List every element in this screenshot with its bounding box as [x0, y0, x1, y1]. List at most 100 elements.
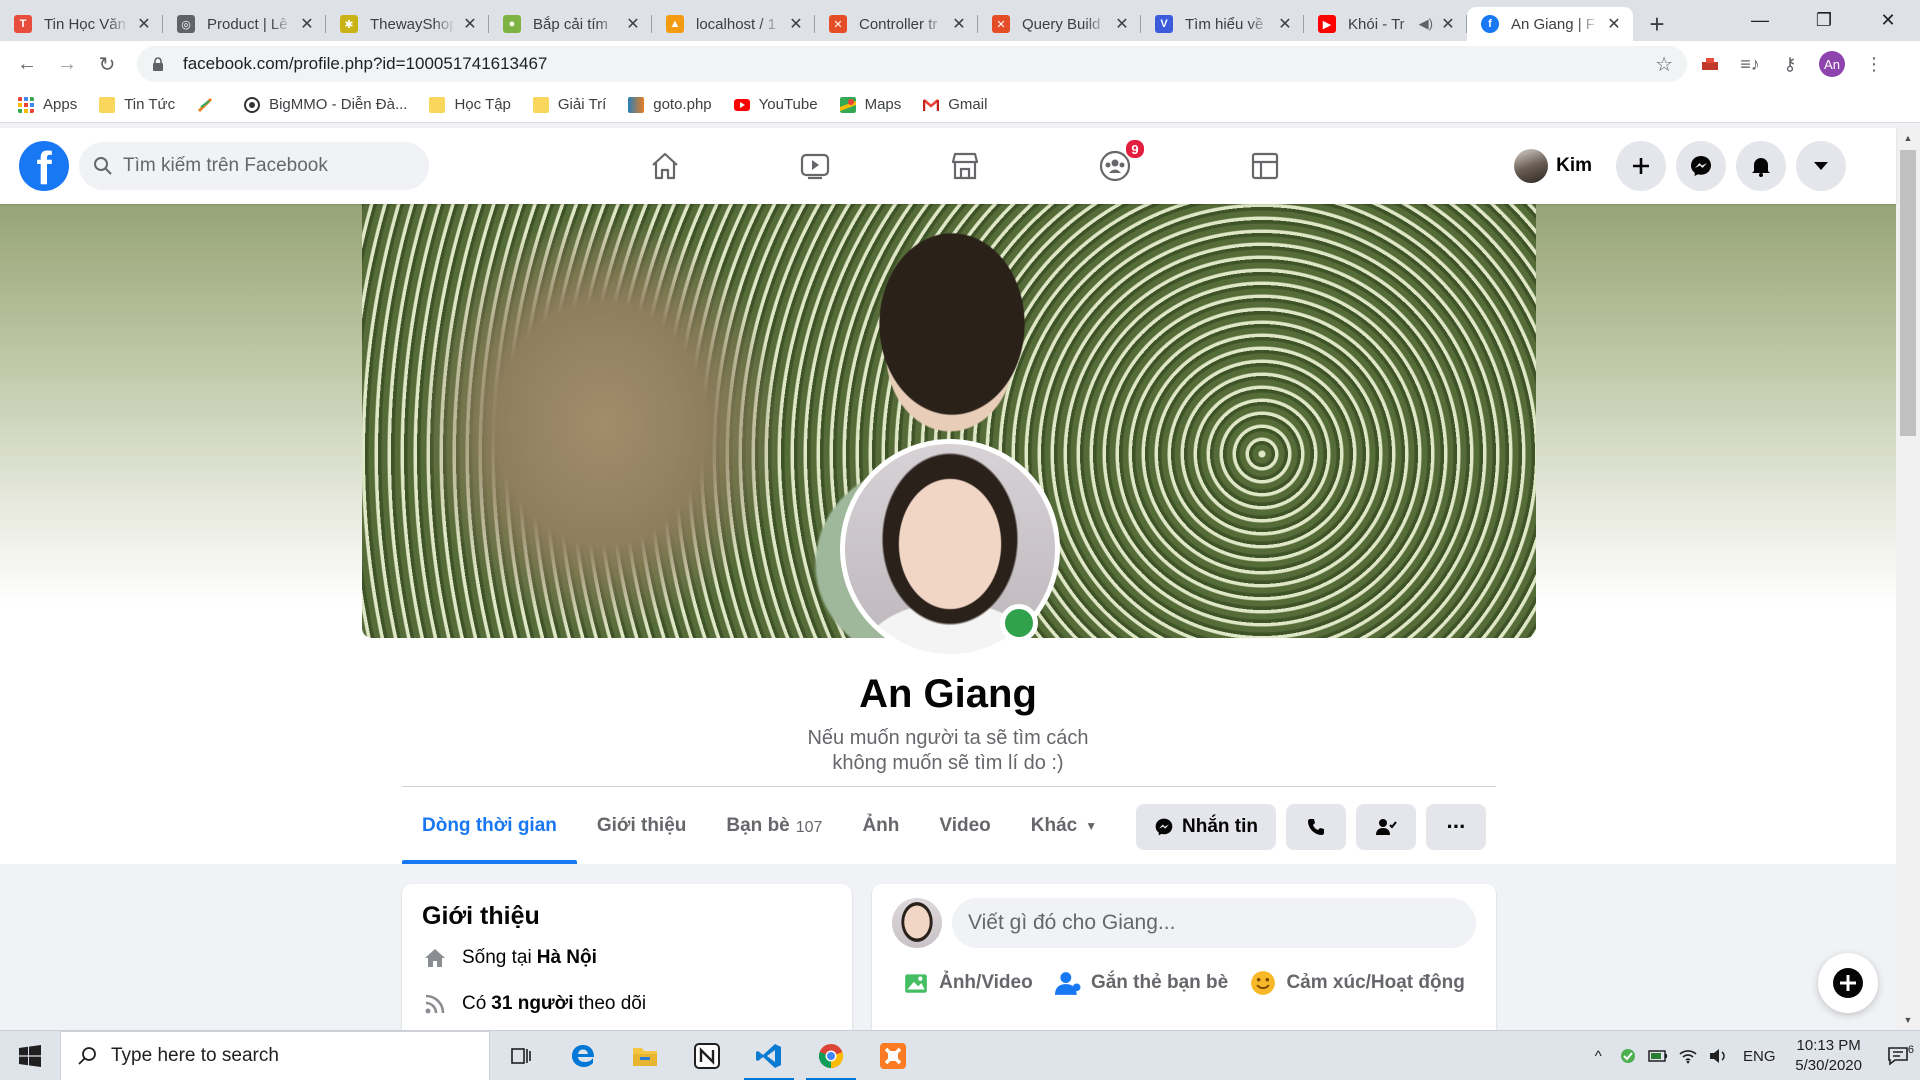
messenger-button[interactable] [1676, 141, 1726, 191]
close-icon[interactable]: ✕ [135, 14, 153, 34]
bookmark-apps[interactable]: Apps [18, 96, 77, 113]
tab-videos[interactable]: Video [919, 788, 1010, 864]
close-icon[interactable]: ✕ [1276, 14, 1294, 34]
close-icon[interactable]: ✕ [787, 14, 805, 34]
tab-photos[interactable]: Ảnh [842, 788, 919, 864]
bookmark-gmail[interactable]: Gmail [923, 96, 987, 113]
browser-tab[interactable]: ✕ Controller tr ✕ [815, 7, 978, 41]
close-icon[interactable]: ✕ [1113, 14, 1131, 34]
taskbar-file-explorer[interactable] [614, 1031, 676, 1080]
browser-tab[interactable]: ▶ Khói - Tr ◀︎) ✕ [1304, 7, 1467, 41]
minimize-button[interactable]: — [1728, 0, 1792, 41]
current-user-chip[interactable]: Kim [1514, 149, 1592, 183]
nav-home[interactable] [590, 128, 740, 204]
taskbar-vscode[interactable] [738, 1031, 800, 1080]
lives-city-link[interactable]: Hà Nội [537, 947, 597, 969]
facebook-search-input[interactable]: Tìm kiếm trên Facebook [79, 142, 429, 190]
back-button[interactable]: ← [9, 46, 45, 82]
close-icon[interactable]: ✕ [1605, 14, 1623, 34]
tab-friends[interactable]: Bạn bè 107 [706, 788, 842, 864]
bookmark-folder-tin-tuc[interactable]: Tin Tức [99, 96, 175, 113]
taskbar-search-input[interactable]: Type here to search [60, 1030, 490, 1080]
bookmark-goto[interactable]: goto.php [628, 96, 712, 113]
bookmark-folder-giai-tri[interactable]: Giải Trí [532, 96, 606, 113]
facebook-main-nav: 9 [590, 128, 1340, 204]
online-status-dot [1000, 604, 1038, 642]
phone-icon [1308, 819, 1324, 835]
close-window-button[interactable]: ✕ [1856, 0, 1920, 41]
friend-status-button[interactable] [1356, 804, 1416, 850]
call-button[interactable] [1286, 804, 1346, 850]
nav-watch[interactable] [740, 128, 890, 204]
chevron-up-icon[interactable]: ^ [1583, 1048, 1613, 1065]
tag-friends-button[interactable]: Gắn thẻ bạn bè [1054, 970, 1228, 996]
close-icon[interactable]: ✕ [1439, 14, 1457, 34]
more-options-button[interactable]: ··· [1426, 804, 1486, 850]
tab-about[interactable]: Giới thiệu [577, 788, 707, 864]
restore-button[interactable]: ❐ [1792, 0, 1856, 41]
new-message-fab[interactable] [1818, 953, 1878, 1013]
wifi-icon[interactable] [1673, 1048, 1703, 1064]
nav-gaming[interactable] [1190, 128, 1340, 204]
close-icon[interactable]: ✕ [298, 14, 316, 34]
close-icon[interactable]: ✕ [950, 14, 968, 34]
volume-icon[interactable] [1703, 1048, 1733, 1064]
browser-tab[interactable]: ◎ Product | Lê ✕ [163, 7, 326, 41]
kebab-menu-icon[interactable]: ⋮ [1863, 53, 1885, 75]
photo-video-button[interactable]: Ảnh/Video [903, 970, 1033, 996]
facebook-logo[interactable]: f [19, 141, 69, 191]
create-button[interactable] [1616, 141, 1666, 191]
taskbar-notion[interactable] [676, 1031, 738, 1080]
reload-button[interactable]: ↻ [89, 46, 125, 82]
browser-tab[interactable]: T Tin Học Văn ✕ [0, 7, 163, 41]
page-scrollbar[interactable]: ▲ ▼ [1896, 128, 1920, 1030]
address-bar[interactable]: facebook.com/profile.php?id=100051741613… [137, 46, 1687, 82]
extension-icon[interactable] [1699, 53, 1721, 75]
task-view-button[interactable] [490, 1031, 552, 1080]
bookmark-leaf[interactable] [197, 97, 222, 113]
browser-tab[interactable]: ● Bắp cải tím ✕ [489, 7, 652, 41]
battery-icon[interactable] [1643, 1049, 1673, 1063]
bookmark-star-icon[interactable]: ☆ [1655, 52, 1673, 77]
bookmark-label: Học Tập [454, 96, 511, 113]
bookmark-youtube[interactable]: YouTube [733, 96, 818, 113]
taskbar-xampp[interactable] [862, 1031, 924, 1080]
browser-tab[interactable]: ▲ localhost / 1 ✕ [652, 7, 815, 41]
close-icon[interactable]: ✕ [461, 14, 479, 34]
scroll-down-arrow-icon[interactable]: ▼ [1896, 1010, 1920, 1030]
account-menu-button[interactable] [1796, 141, 1846, 191]
composer-input[interactable]: Viết gì đó cho Giang... [952, 898, 1476, 948]
message-button[interactable]: Nhắn tin [1136, 804, 1276, 850]
taskbar-edge[interactable] [552, 1031, 614, 1080]
scroll-up-arrow-icon[interactable]: ▲ [1896, 128, 1920, 148]
bookmark-maps[interactable]: Maps [839, 96, 901, 113]
bookmark-folder-hoc-tap[interactable]: Học Tập [429, 96, 511, 113]
browser-profile-avatar[interactable]: An [1819, 51, 1845, 77]
clock[interactable]: 10:13 PM 5/30/2020 [1795, 1036, 1862, 1076]
taskbar-chrome[interactable] [800, 1031, 862, 1080]
scrollbar-thumb[interactable] [1900, 150, 1916, 436]
tab-timeline[interactable]: Dòng thời gian [402, 788, 577, 864]
start-button[interactable] [0, 1031, 60, 1080]
message-button-label: Nhắn tin [1182, 816, 1258, 837]
browser-tab[interactable]: ✱ ThewayShop ✕ [326, 7, 489, 41]
browser-tab[interactable]: V Tìm hiểu về ✕ [1141, 7, 1304, 41]
tab-more[interactable]: Khác ▼ [1011, 788, 1117, 864]
nav-marketplace[interactable] [890, 128, 1040, 204]
notifications-button[interactable] [1736, 141, 1786, 191]
close-icon[interactable]: ✕ [624, 14, 642, 34]
nav-groups[interactable]: 9 [1040, 128, 1190, 204]
language-indicator[interactable]: ENG [1733, 1048, 1785, 1065]
new-tab-button[interactable]: + [1637, 7, 1677, 41]
feeling-activity-button[interactable]: Cảm xúc/Hoạt động [1250, 970, 1465, 996]
speaker-icon[interactable]: ◀︎) [1419, 16, 1433, 32]
key-icon[interactable]: ⚷ [1779, 53, 1801, 75]
browser-tab[interactable]: ✕ Query Build ✕ [978, 7, 1141, 41]
security-icon[interactable] [1613, 1047, 1643, 1065]
bookmark-bigmmo[interactable]: BigMMO - Diễn Đà... [244, 96, 407, 113]
action-center-button[interactable]: 6 [1876, 1044, 1920, 1066]
browser-tab-active[interactable]: f An Giang | F ✕ [1467, 7, 1633, 41]
media-playlist-icon[interactable]: ≡♪ [1739, 53, 1761, 75]
forward-button[interactable]: → [49, 46, 85, 82]
followers-count-link[interactable]: 31 người [491, 993, 573, 1015]
